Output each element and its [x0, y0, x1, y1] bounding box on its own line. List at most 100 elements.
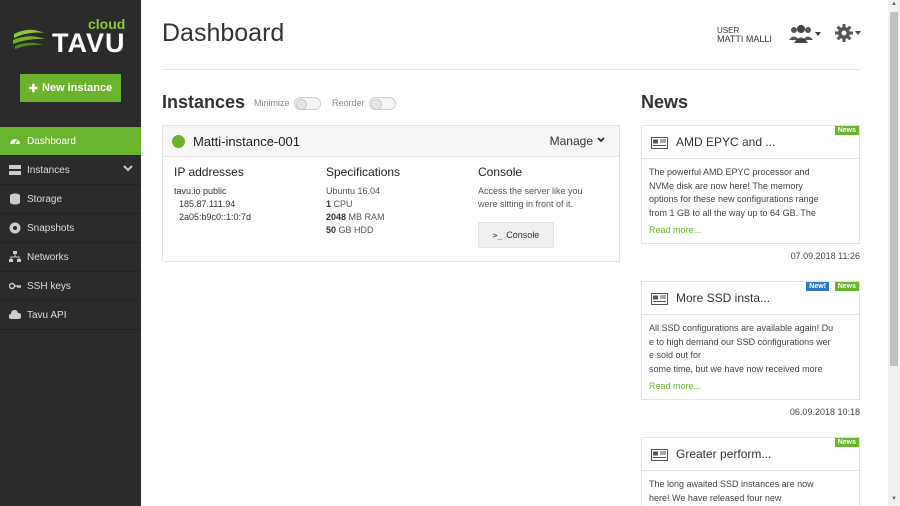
hdd-value: 50	[326, 225, 337, 235]
console-title: Console	[478, 165, 523, 179]
dashboard-icon	[10, 139, 20, 145]
main-content: Dashboard USER MATTI MALLI Instances Min…	[141, 0, 888, 506]
ram-spec: 2048 MB RAM	[326, 211, 400, 224]
news-card-header: More SSD insta... New! News	[642, 282, 859, 315]
news-line: here! We have released four new	[649, 492, 782, 503]
ip-network-label: tavu.io public	[174, 186, 227, 196]
scrollbar-thumb[interactable]	[890, 12, 898, 366]
news-card-body: The powerful AMD EPYC processor and NVMe…	[642, 159, 859, 219]
status-running-icon	[172, 135, 185, 148]
news-card-title[interactable]: AMD EPYC and ...	[676, 135, 775, 149]
new-instance-label: New instance	[41, 82, 113, 94]
sidebar-item-ssh-keys[interactable]: SSH keys	[0, 272, 141, 301]
caret-down-icon	[815, 32, 821, 36]
key-icon	[9, 282, 21, 290]
sidebar-item-snapshots[interactable]: Snapshots	[0, 214, 141, 243]
ram-unit: MB RAM	[348, 212, 385, 222]
hdd-unit: GB HDD	[338, 225, 374, 235]
cloud-icon	[9, 310, 21, 319]
console-button[interactable]: >_ Console	[478, 222, 554, 248]
specifications-column: Specifications Ubuntu 16.04 1 CPU 2048 M…	[326, 166, 400, 237]
hdd-spec: 50 GB HDD	[326, 224, 400, 237]
read-more-link[interactable]: Read more...	[642, 375, 859, 399]
ram-value: 2048	[326, 212, 347, 222]
news-line: e sold out for	[649, 350, 702, 360]
news-card-header: Greater perform... News	[642, 438, 859, 471]
user-name: MATTI MALLI	[717, 34, 772, 44]
sidebar-item-label: SSH keys	[27, 280, 71, 292]
news-line: options for these new configurations ran…	[649, 194, 819, 204]
console-desc-1: Access the server like you	[478, 186, 583, 196]
users-icon	[789, 25, 813, 43]
instance-name[interactable]: Matti-instance-001	[193, 134, 300, 149]
network-icon	[9, 251, 21, 262]
ip-addresses-column: IP addresses tavu.io public 185.87.111.9…	[174, 166, 251, 224]
page-scrollbar[interactable]: ▲ ▼	[888, 0, 900, 506]
sidebar-item-storage[interactable]: Storage	[0, 185, 141, 214]
scroll-up-arrow-icon[interactable]: ▲	[891, 1, 897, 7]
read-more-link[interactable]: Read more...	[642, 219, 859, 243]
console-column: Console Access the server like you were …	[478, 166, 583, 211]
news-line: some time, but we have now received more	[649, 363, 823, 374]
news-card-title[interactable]: More SSD insta...	[676, 291, 770, 305]
news-card-title[interactable]: Greater perform...	[676, 447, 771, 461]
chevron-down-icon[interactable]	[597, 137, 605, 143]
manage-dropdown[interactable]: Manage	[550, 134, 593, 148]
news-card: Greater perform... News The long awaited…	[641, 437, 860, 506]
newspaper-icon	[651, 137, 668, 149]
instances-title: Instances	[162, 92, 246, 112]
news-card: More SSD insta... New! News All SSD conf…	[641, 281, 860, 400]
news-line: The long awaited SSD instances are now	[649, 479, 814, 489]
sidebar-item-label: Dashboard	[27, 135, 76, 147]
news-date: 07.09.2018 11:26	[790, 251, 860, 261]
sidebar-item-networks[interactable]: Networks	[0, 243, 141, 272]
news-line: The powerful AMD EPYC processor and	[649, 167, 810, 177]
terminal-icon: >_	[492, 230, 503, 240]
sidebar-item-instances[interactable]: Instances	[0, 156, 141, 185]
caret-down-icon	[855, 31, 861, 35]
sidebar: cloud TAVU ✚ New instance Dashboard Inst…	[0, 0, 141, 506]
news-card-header: AMD EPYC and ... News	[642, 126, 859, 159]
sidebar-item-label: Storage	[27, 193, 63, 205]
database-icon	[10, 193, 20, 205]
ipv6-address: 2a05:b9c0::1:0:7d	[179, 212, 252, 222]
page-title: Dashboard	[162, 19, 285, 47]
minimize-toggle[interactable]	[294, 97, 321, 110]
reorder-label: Reorder	[332, 98, 365, 108]
settings-menu-button[interactable]	[835, 24, 861, 42]
newspaper-icon	[651, 449, 668, 461]
news-line: e to high demand our SSD configurations …	[649, 336, 831, 347]
plus-icon: ✚	[28, 82, 38, 95]
news-badge: News	[834, 282, 859, 291]
user-menu-button[interactable]	[789, 24, 821, 44]
tavu-logo[interactable]: cloud TAVU	[12, 16, 132, 58]
sidebar-item-dashboard[interactable]: Dashboard	[0, 127, 141, 156]
cpu-spec: 1 CPU	[326, 198, 400, 211]
sidebar-item-label: Instances	[27, 164, 70, 176]
cpu-value: 1	[326, 199, 332, 209]
ip-addresses-title: IP addresses	[174, 165, 244, 179]
header-divider	[162, 69, 860, 70]
reorder-toggle[interactable]	[369, 97, 396, 110]
sidebar-nav: Dashboard Instances Storage Snapshots Ne…	[0, 127, 141, 330]
news-line: NVMe disk are now here! The memory	[649, 180, 803, 191]
specifications-title: Specifications	[326, 165, 401, 179]
server-icon	[9, 165, 21, 175]
news-card: AMD EPYC and ... News The powerful AMD E…	[641, 125, 860, 244]
new-instance-button[interactable]: ✚ New instance	[20, 74, 121, 102]
news-title: News	[641, 92, 689, 112]
news-card-body: All SSD configurations are available aga…	[642, 315, 859, 375]
sidebar-item-label: Tavu API	[27, 309, 67, 321]
chevron-down-icon[interactable]	[123, 165, 133, 172]
new-badge: New!	[806, 282, 829, 291]
scroll-down-arrow-icon[interactable]: ▼	[891, 496, 897, 502]
news-badge: News	[834, 126, 859, 135]
app: cloud TAVU ✚ New instance Dashboard Inst…	[0, 0, 900, 506]
cpu-unit: CPU	[333, 199, 353, 209]
snapshot-icon	[9, 222, 21, 234]
sidebar-item-tavu-api[interactable]: Tavu API	[0, 301, 141, 330]
user-info[interactable]: USER MATTI MALLI	[717, 26, 772, 44]
instance-card: Matti-instance-001 Manage IP addresses t…	[162, 125, 620, 262]
sidebar-item-label: Networks	[27, 251, 69, 263]
sidebar-item-label: Snapshots	[27, 222, 75, 234]
